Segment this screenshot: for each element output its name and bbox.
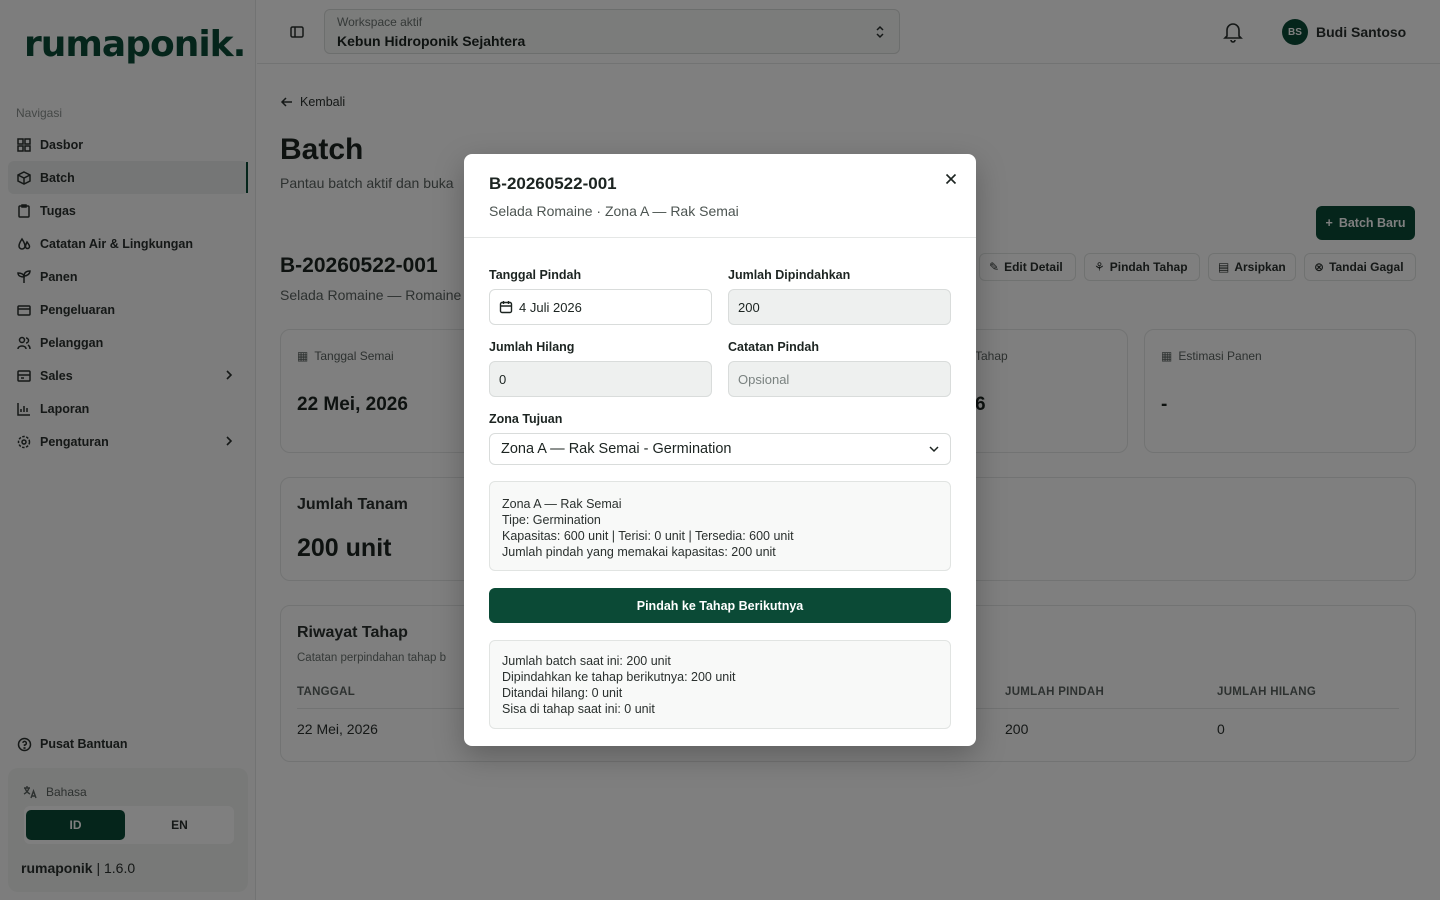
chevron-down-icon	[929, 446, 939, 453]
zone-info-type: Tipe: Germination	[502, 513, 601, 527]
lost-qty-field[interactable]: 0	[489, 361, 712, 397]
move-note-field[interactable]: Opsional	[728, 361, 951, 397]
zone-info-box: Zona A — Rak Semai Tipe: Germination Kap…	[489, 481, 951, 571]
move-date-label: Tanggal Pindah	[489, 268, 582, 282]
close-icon[interactable]	[943, 171, 959, 187]
target-zone-value: Zona A — Rak Semai - Germination	[501, 441, 732, 457]
dialog-title: B-20260522-001	[489, 174, 617, 193]
summary-remaining: Sisa di tahap saat ini: 0 unit	[502, 702, 655, 716]
moved-qty-label: Jumlah Dipindahkan	[728, 268, 851, 282]
dialog-subtitle: Selada Romaine · Zona A — Rak Semai	[489, 203, 739, 219]
move-date-value: 4 Juli 2026	[519, 299, 582, 315]
zone-info-name: Zona A — Rak Semai	[502, 497, 622, 511]
move-summary-box: Jumlah batch saat ini: 200 unit Dipindah…	[489, 640, 951, 729]
summary-current: Jumlah batch saat ini: 200 unit	[502, 654, 671, 668]
summary-lost: Ditandai hilang: 0 unit	[502, 686, 623, 700]
zone-info-usage: Jumlah pindah yang memakai kapasitas: 20…	[502, 545, 776, 559]
move-to-next-stage-button[interactable]: Pindah ke Tahap Berikutnya	[489, 588, 951, 623]
move-note-label: Catatan Pindah	[728, 340, 819, 354]
target-zone-select[interactable]: Zona A — Rak Semai - Germination	[489, 433, 951, 465]
dialog-divider	[464, 237, 976, 238]
calendar-icon	[499, 301, 513, 314]
move-date-picker[interactable]: 4 Juli 2026	[489, 289, 712, 325]
summary-moved: Dipindahkan ke tahap berikutnya: 200 uni…	[502, 670, 736, 684]
move-stage-dialog: B-20260522-001 Selada Romaine · Zona A —…	[464, 154, 976, 746]
target-zone-label: Zona Tujuan	[489, 412, 563, 426]
zone-info-capacity: Kapasitas: 600 unit | Terisi: 0 unit | T…	[502, 529, 794, 543]
lost-qty-label: Jumlah Hilang	[489, 340, 575, 354]
moved-qty-field[interactable]: 200	[728, 289, 951, 325]
